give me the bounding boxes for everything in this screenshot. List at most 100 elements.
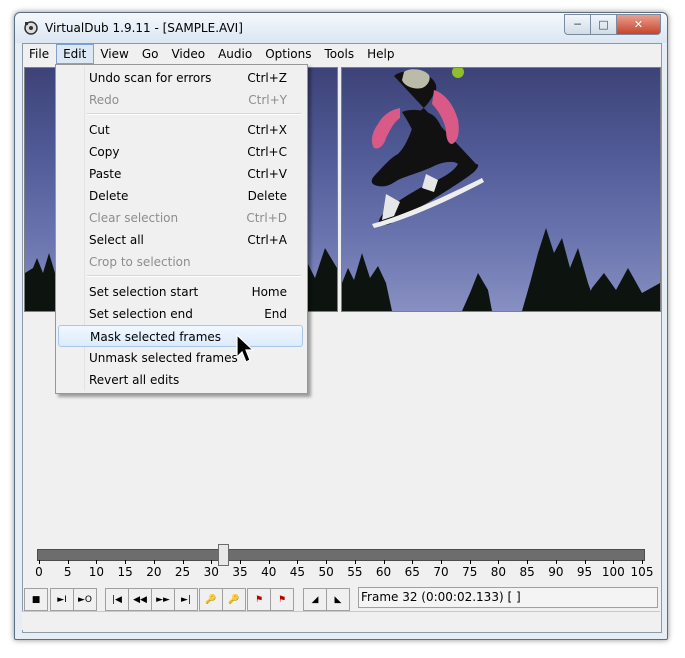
go-end-button[interactable]: ►| [174, 588, 198, 611]
menu-item-label: Set selection end [89, 307, 193, 321]
menu-go[interactable]: Go [136, 44, 166, 65]
next-keyframe-icon: 🔑 [228, 594, 240, 605]
mark-out-button[interactable]: ◣ [326, 588, 350, 611]
edit-menu-item-mask-selected-frames[interactable]: Mask selected frames [58, 325, 303, 347]
timeline-thumb[interactable] [217, 544, 229, 566]
menu-tools[interactable]: Tools [319, 44, 362, 65]
timeline-tick-label: 45 [289, 565, 306, 579]
menu-item-label: Revert all edits [89, 373, 180, 387]
timeline-tick-mark [584, 560, 586, 564]
menu-file[interactable]: File [23, 44, 56, 65]
play-input-icon: ►I [57, 594, 67, 605]
timeline-tick-label: 75 [462, 565, 478, 579]
timeline-tick-label: 95 [576, 565, 593, 579]
menu-separator [87, 275, 301, 277]
close-icon: ✕ [633, 18, 644, 31]
edit-menu-item-set-selection-start[interactable]: Set selection start Home [58, 281, 303, 303]
menu-item-shortcut: Ctrl+Z [247, 71, 287, 85]
prev-keyframe-button[interactable]: 🔑 [199, 588, 223, 611]
edit-menu-item-redo[interactable]: Redo Ctrl+Y [58, 89, 303, 111]
edit-menu-item-cut[interactable]: Cut Ctrl+X [58, 119, 303, 141]
next-scene-button[interactable]: ⚑ [270, 588, 294, 611]
edit-menu-item-select-all[interactable]: Select all Ctrl+A [58, 229, 303, 251]
menu-item-shortcut: Ctrl+D [246, 211, 287, 225]
menu-item-label: Copy [89, 145, 120, 159]
timeline-tick-label: 0 [35, 565, 43, 579]
edit-menu-item-paste[interactable]: Paste Ctrl+V [58, 163, 303, 185]
output-frame-image [342, 68, 660, 311]
edit-menu-item-copy[interactable]: Copy Ctrl+C [58, 141, 303, 163]
menu-item-shortcut: Ctrl+Y [248, 93, 287, 107]
play-output-icon: ►O [77, 594, 92, 605]
timeline-tick-mark [469, 560, 471, 564]
menu-item-label: Cut [89, 123, 110, 137]
prev-frame-icon: ◀◀ [133, 594, 147, 605]
mark-in-icon: ◢ [311, 594, 319, 605]
menu-item-shortcut: Ctrl+A [247, 233, 287, 247]
frame-position-display: Frame 32 (0:00:02.133) [ ] [358, 587, 658, 608]
go-start-button[interactable]: |◀ [105, 588, 129, 611]
edit-menu-item-crop-to-selection[interactable]: Crop to selection [58, 251, 303, 273]
title-bar[interactable]: VirtualDub 1.9.11 - [SAMPLE.AVI] ─ □ ✕ [15, 13, 667, 43]
timeline-tick-mark [39, 560, 40, 564]
timeline-tick-label: 100 [601, 565, 625, 579]
minimize-button[interactable]: ─ [564, 14, 591, 35]
timeline-tick-mark [125, 560, 127, 564]
timeline-tick-mark [67, 560, 69, 564]
timeline-tick-label: 85 [519, 565, 535, 579]
play-input-button[interactable]: ►I [50, 588, 74, 611]
menu-view[interactable]: View [94, 44, 135, 65]
timeline-track[interactable] [37, 549, 645, 561]
timeline-tick-label: 30 [203, 565, 219, 579]
go-end-icon: ►| [181, 594, 191, 605]
next-keyframe-button[interactable]: 🔑 [222, 588, 246, 611]
edit-menu-item-clear-selection[interactable]: Clear selection Ctrl+D [58, 207, 303, 229]
go-start-icon: |◀ [112, 594, 122, 605]
menu-item-label: Crop to selection [89, 255, 191, 269]
timeline-tick-label: 15 [117, 565, 133, 579]
timeline-tick-label: 90 [548, 565, 564, 579]
close-button[interactable]: ✕ [617, 14, 661, 35]
edit-menu-item-unmask-selected-frames[interactable]: Unmask selected frames [58, 347, 303, 369]
maximize-button[interactable]: □ [591, 14, 617, 35]
stop-icon: ■ [31, 594, 41, 605]
edit-menu-item-set-selection-end[interactable]: Set selection end End [58, 303, 303, 325]
edit-menu-item-delete[interactable]: Delete Delete [58, 185, 303, 207]
menu-item-label: Delete [89, 189, 129, 203]
output-video-pane[interactable] [341, 67, 661, 312]
timeline-tick-label: 25 [174, 565, 191, 579]
timeline-tick-label: 80 [490, 565, 507, 579]
timeline-tick-mark [412, 560, 414, 564]
menu-item-label: Select all [89, 233, 144, 247]
next-scene-icon: ⚑ [277, 594, 287, 605]
menu-item-label: Clear selection [89, 211, 179, 225]
timeline-tick-label: 10 [88, 565, 105, 579]
timeline-tick-label: 20 [146, 565, 162, 579]
prev-scene-button[interactable]: ⚑ [247, 588, 271, 611]
menu-item-shortcut: Delete [247, 189, 287, 203]
timeline-tick-mark [297, 560, 299, 564]
timeline-tick-mark [498, 560, 500, 564]
menu-item-label: Set selection start [89, 285, 199, 299]
menu-audio[interactable]: Audio [212, 44, 259, 65]
menu-options[interactable]: Options [259, 44, 318, 65]
stop-button[interactable]: ■ [24, 588, 48, 611]
timeline-tick-label: 35 [232, 565, 248, 579]
menu-help[interactable]: Help [361, 44, 401, 65]
menu-video[interactable]: Video [165, 44, 212, 65]
play-output-button[interactable]: ►O [73, 588, 97, 611]
timeline-tick-mark [441, 560, 442, 564]
menu-item-shortcut: Home [251, 285, 287, 299]
edit-menu-item-revert-all-edits[interactable]: Revert all edits [58, 369, 303, 391]
menu-edit[interactable]: Edit [56, 44, 95, 64]
timeline-tick-mark [383, 560, 385, 564]
next-frame-button[interactable]: ►► [151, 588, 175, 611]
mark-in-button[interactable]: ◢ [303, 588, 327, 611]
timeline-tick-label: 60 [375, 565, 392, 579]
virtualdub-app-icon[interactable] [23, 20, 39, 36]
menu-item-label: Undo scan for errors [89, 71, 212, 85]
next-frame-icon: ►► [156, 594, 170, 605]
prev-frame-button[interactable]: ◀◀ [128, 588, 152, 611]
edit-menu-item-undo-scan-for-errors[interactable]: Undo scan for errors Ctrl+Z [58, 67, 303, 89]
menu-item-label: Unmask selected frames [89, 351, 238, 365]
